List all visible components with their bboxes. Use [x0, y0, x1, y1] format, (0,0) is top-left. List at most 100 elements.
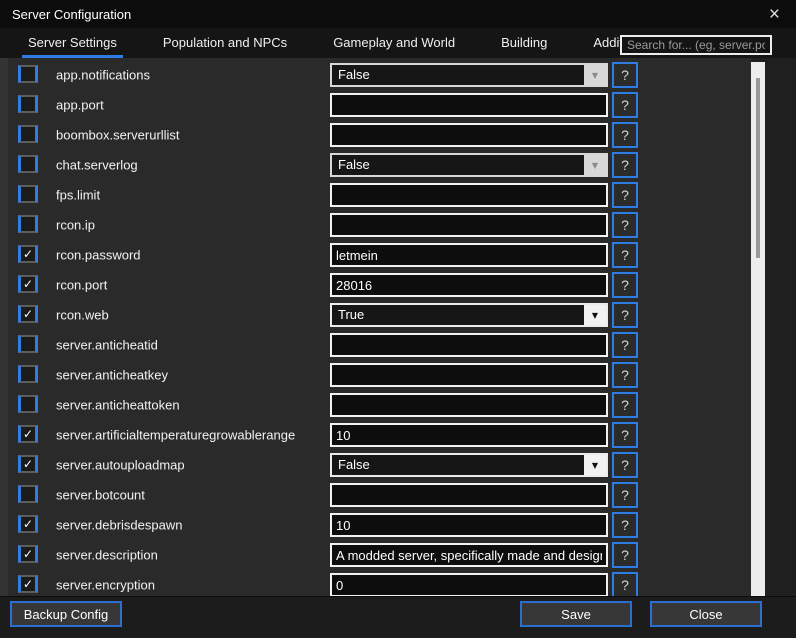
- help-button[interactable]: ?: [612, 242, 638, 268]
- tab-server-settings[interactable]: Server Settings: [22, 35, 123, 58]
- setting-checkbox[interactable]: ✓: [18, 425, 38, 443]
- setting-checkbox[interactable]: [18, 125, 38, 143]
- scrollbar-thumb[interactable]: [756, 78, 760, 258]
- setting-checkbox[interactable]: [18, 365, 38, 383]
- setting-checkbox[interactable]: ✓: [18, 515, 38, 533]
- setting-control: [330, 483, 608, 507]
- dropdown-selected-value: False: [332, 155, 584, 175]
- setting-name-label: server.encryption: [56, 578, 155, 593]
- setting-value-input[interactable]: [330, 213, 608, 237]
- help-button[interactable]: ?: [612, 302, 638, 328]
- tab-strip: Server Settings Population and NPCs Gamepl…: [0, 28, 796, 58]
- setting-checkbox[interactable]: [18, 185, 38, 203]
- setting-row: ✓ server.artificialtemperaturegrowableran…: [8, 420, 751, 450]
- setting-value-input[interactable]: [330, 183, 608, 207]
- help-button[interactable]: ?: [612, 482, 638, 508]
- help-button[interactable]: ?: [612, 152, 638, 178]
- setting-name-label: rcon.port: [56, 278, 107, 293]
- setting-control: [330, 363, 608, 387]
- setting-value-input[interactable]: [330, 333, 608, 357]
- setting-control: [330, 123, 608, 147]
- help-button[interactable]: ?: [612, 332, 638, 358]
- chevron-down-icon[interactable]: ▼: [584, 305, 606, 325]
- setting-control: False▼: [330, 153, 608, 177]
- tab-building[interactable]: Building: [495, 35, 553, 58]
- vertical-scrollbar[interactable]: [751, 62, 765, 596]
- tab-population-and-npcs[interactable]: Population and NPCs: [157, 35, 293, 58]
- setting-value-input[interactable]: [330, 243, 608, 267]
- help-button[interactable]: ?: [612, 512, 638, 538]
- chevron-down-icon[interactable]: ▼: [584, 65, 606, 85]
- setting-checkbox[interactable]: [18, 155, 38, 173]
- setting-value-input[interactable]: [330, 513, 608, 537]
- setting-checkbox[interactable]: [18, 65, 38, 83]
- help-button[interactable]: ?: [612, 392, 638, 418]
- setting-control: [330, 243, 608, 267]
- setting-dropdown[interactable]: False▼: [330, 153, 608, 177]
- setting-name-label: boombox.serverurllist: [56, 128, 180, 143]
- backup-config-button[interactable]: Backup Config: [10, 601, 122, 627]
- help-button[interactable]: ?: [612, 572, 638, 596]
- help-button[interactable]: ?: [612, 92, 638, 118]
- help-button[interactable]: ?: [612, 452, 638, 478]
- help-button[interactable]: ?: [612, 122, 638, 148]
- setting-row: ✓ server.encryption?: [8, 570, 751, 596]
- chevron-down-icon[interactable]: ▼: [584, 155, 606, 175]
- setting-name-label: server.description: [56, 548, 158, 563]
- setting-value-input[interactable]: [330, 93, 608, 117]
- setting-name-label: rcon.password: [56, 248, 141, 263]
- setting-checkbox[interactable]: [18, 395, 38, 413]
- settings-list: app.notificationsFalse▼?app.port?boombox…: [8, 58, 751, 596]
- setting-control: True▼: [330, 303, 608, 327]
- setting-checkbox[interactable]: ✓: [18, 275, 38, 293]
- setting-checkbox[interactable]: [18, 95, 38, 113]
- setting-checkbox[interactable]: ✓: [18, 455, 38, 473]
- setting-checkbox[interactable]: ✓: [18, 245, 38, 263]
- setting-value-input[interactable]: [330, 363, 608, 387]
- setting-row: app.port?: [8, 90, 751, 120]
- setting-row: server.botcount?: [8, 480, 751, 510]
- setting-value-input[interactable]: [330, 423, 608, 447]
- footer-bar: Backup Config Save Close: [0, 596, 796, 638]
- setting-checkbox[interactable]: [18, 215, 38, 233]
- help-button[interactable]: ?: [612, 272, 638, 298]
- server-configuration-window: Server Configuration × Server Settings Po…: [0, 0, 796, 638]
- tab-gameplay-and-world[interactable]: Gameplay and World: [327, 35, 461, 58]
- help-button[interactable]: ?: [612, 542, 638, 568]
- setting-name-label: fps.limit: [56, 188, 100, 203]
- chevron-down-icon[interactable]: ▼: [584, 455, 606, 475]
- setting-value-input[interactable]: [330, 393, 608, 417]
- setting-control: False▼: [330, 453, 608, 477]
- help-button[interactable]: ?: [612, 422, 638, 448]
- setting-control: [330, 93, 608, 117]
- setting-control: [330, 543, 608, 567]
- setting-value-input[interactable]: [330, 543, 608, 567]
- setting-value-input[interactable]: [330, 273, 608, 297]
- setting-checkbox[interactable]: ✓: [18, 545, 38, 563]
- setting-value-input[interactable]: [330, 123, 608, 147]
- save-button[interactable]: Save: [520, 601, 632, 627]
- help-button[interactable]: ?: [612, 182, 638, 208]
- help-button[interactable]: ?: [612, 62, 638, 88]
- setting-dropdown[interactable]: True▼: [330, 303, 608, 327]
- help-button[interactable]: ?: [612, 212, 638, 238]
- setting-value-input[interactable]: [330, 483, 608, 507]
- close-icon[interactable]: ×: [769, 5, 780, 24]
- setting-row: ✓ server.description?: [8, 540, 751, 570]
- setting-dropdown[interactable]: False▼: [330, 63, 608, 87]
- setting-checkbox[interactable]: [18, 335, 38, 353]
- setting-value-input[interactable]: [330, 573, 608, 596]
- setting-checkbox[interactable]: [18, 485, 38, 503]
- search-input[interactable]: [620, 35, 772, 55]
- setting-checkbox[interactable]: ✓: [18, 305, 38, 323]
- dropdown-selected-value: True: [332, 305, 584, 325]
- close-button[interactable]: Close: [650, 601, 762, 627]
- setting-name-label: rcon.ip: [56, 218, 95, 233]
- titlebar: Server Configuration ×: [0, 0, 796, 28]
- setting-control: [330, 513, 608, 537]
- setting-name-label: server.botcount: [56, 488, 145, 503]
- setting-checkbox[interactable]: ✓: [18, 575, 38, 593]
- setting-dropdown[interactable]: False▼: [330, 453, 608, 477]
- setting-name-label: server.artificialtemperaturegrowablerang…: [56, 428, 295, 443]
- help-button[interactable]: ?: [612, 362, 638, 388]
